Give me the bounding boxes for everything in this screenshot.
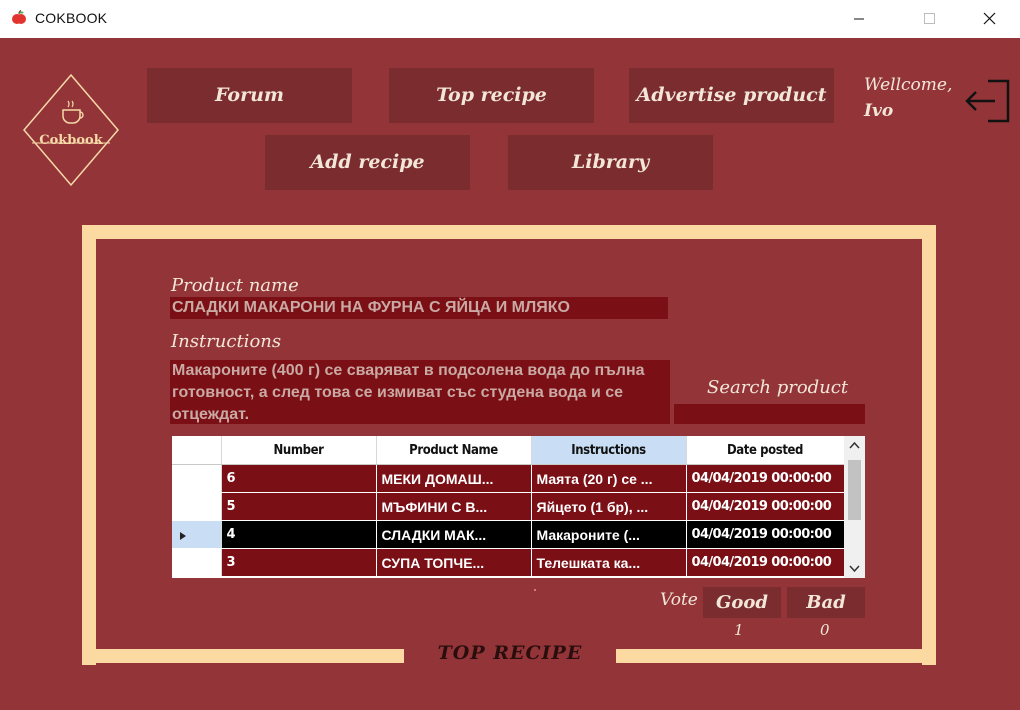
frame-top	[82, 225, 936, 239]
frame-left	[82, 225, 96, 665]
table-row[interactable]: 5 МЪФИНИ С В... Яйцето (1 бр), ... 04/04…	[172, 492, 845, 521]
top-recipe-title: TOP RECIPE	[437, 642, 583, 664]
scroll-down-icon[interactable]	[844, 558, 865, 578]
row-header[interactable]	[172, 464, 222, 493]
instructions-label: Instructions	[171, 331, 282, 352]
instructions-value: Макароните (400 г) се сваряват в подсоле…	[170, 360, 670, 424]
cell-instructions[interactable]: Яйцето (1 бр), ...	[531, 492, 687, 521]
vote-label: Vote	[660, 590, 698, 610]
minimize-icon	[854, 18, 864, 20]
cell-instructions[interactable]: Телешката ка...	[531, 548, 687, 577]
user-name: Ivo	[864, 101, 894, 121]
frame-bottom-left	[82, 649, 404, 663]
row-header[interactable]	[172, 548, 222, 577]
close-icon	[983, 12, 996, 25]
grid-header: Number Product Name Instructions Date po…	[172, 436, 845, 465]
cokbook-logo: Cokbook	[22, 73, 120, 187]
cell-product-name[interactable]: СЛАДКИ МАК...	[376, 520, 532, 549]
maximize-icon	[924, 13, 935, 24]
cell-number[interactable]: 4	[221, 520, 377, 549]
cell-product-name[interactable]: МЕКИ ДОМАШ...	[376, 464, 532, 493]
apple-app-icon	[12, 10, 26, 24]
frame-bottom-right	[616, 649, 936, 663]
product-name-value: СЛАДКИ МАКАРОНИ НА ФУРНА С ЯЙЦА И МЛЯКО	[170, 297, 668, 319]
minimize-button[interactable]	[836, 0, 882, 38]
cell-instructions[interactable]: Макароните (...	[531, 520, 687, 549]
bad-count: 0	[820, 621, 830, 639]
frame-right	[922, 225, 936, 665]
forum-button[interactable]: Forum	[147, 68, 352, 123]
window-title: COKBOOK	[35, 10, 108, 26]
recipes-grid[interactable]: Number Product Name Instructions Date po…	[172, 436, 865, 578]
table-row[interactable]: 3 СУПА ТОПЧЕ... Телешката ка... 04/04/20…	[172, 548, 845, 577]
cell-number[interactable]: 5	[221, 492, 377, 521]
top-recipe-button[interactable]: Top recipe	[389, 68, 594, 123]
column-header-instructions[interactable]: Instructions	[531, 436, 687, 465]
table-row-selected[interactable]: 4 СЛАДКИ МАК... Макароните (... 04/04/20…	[172, 520, 845, 549]
advertise-product-button[interactable]: Advertise product	[629, 68, 834, 123]
scroll-up-icon[interactable]	[844, 436, 865, 456]
library-button[interactable]: Library	[508, 135, 713, 190]
search-input[interactable]	[674, 404, 865, 424]
cell-product-name[interactable]: СУПА ТОПЧЕ...	[376, 548, 532, 577]
cell-date-posted[interactable]: 04/04/2019 00:00:00	[686, 464, 845, 493]
cell-number[interactable]: 3	[221, 548, 377, 577]
row-header[interactable]	[172, 492, 222, 521]
table-row[interactable]: 6 МЕКИ ДОМАШ... Маята (20 г) се ... 04/0…	[172, 464, 845, 493]
cell-number[interactable]: 6	[221, 464, 377, 493]
cell-product-name[interactable]: МЪФИНИ С В...	[376, 492, 532, 521]
logo-text: Cokbook	[39, 133, 103, 148]
column-header-product-name[interactable]: Product Name	[376, 436, 532, 465]
welcome-text: Wellcome,	[864, 75, 953, 95]
vote-good-button[interactable]: Good	[703, 587, 781, 618]
cell-date-posted[interactable]: 04/04/2019 00:00:00	[686, 492, 845, 521]
logout-icon[interactable]	[962, 76, 1012, 126]
row-header[interactable]	[172, 520, 222, 549]
stray-pixel	[534, 589, 536, 591]
product-name-label: Product name	[171, 275, 299, 296]
cell-date-posted[interactable]: 04/04/2019 00:00:00	[686, 548, 845, 577]
maximize-button[interactable]	[906, 0, 952, 38]
search-product-label: Search product	[707, 377, 849, 398]
close-button[interactable]	[966, 0, 1012, 38]
title-bar: COKBOOK	[0, 0, 1020, 39]
good-count: 1	[734, 621, 744, 639]
row-header-corner[interactable]	[172, 436, 222, 465]
add-recipe-button[interactable]: Add recipe	[265, 135, 470, 190]
grid-vertical-scrollbar[interactable]	[844, 436, 865, 578]
coffee-cup-icon	[62, 100, 84, 124]
column-header-number[interactable]: Number	[221, 436, 377, 465]
column-header-date-posted[interactable]: Date posted	[686, 436, 845, 465]
cell-date-posted[interactable]: 04/04/2019 00:00:00	[686, 520, 845, 549]
welcome-block: Wellcome, Ivo	[864, 72, 974, 124]
vote-bad-button[interactable]: Bad	[787, 587, 865, 618]
current-row-arrow-icon	[180, 531, 186, 540]
scrollbar-thumb[interactable]	[848, 460, 861, 520]
cell-instructions[interactable]: Маята (20 г) се ...	[531, 464, 687, 493]
logo-diamond	[23, 73, 119, 187]
main-window: Cokbook Forum Top recipe Advertise produ…	[0, 38, 1020, 710]
